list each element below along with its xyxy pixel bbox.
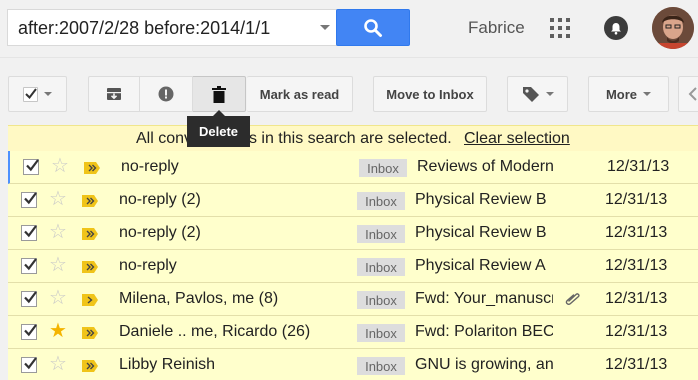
email-row[interactable]: ★ Daniele .. me, Ricardo (26) Inbox Fwd: Po…	[8, 316, 698, 349]
email-sender: no-reply (2)	[119, 191, 201, 208]
spam-icon	[158, 86, 174, 102]
importance-marker-icon[interactable]	[82, 326, 98, 339]
inbox-label-badge[interactable]: Inbox	[357, 357, 405, 375]
inbox-label-badge[interactable]: Inbox	[357, 291, 405, 309]
user-name[interactable]: Fabrice	[468, 18, 525, 38]
row-checkbox[interactable]	[21, 357, 37, 373]
email-subject: GNU is growing, and	[415, 356, 553, 373]
labels-button[interactable]	[507, 76, 568, 112]
inbox-label-badge[interactable]: Inbox	[357, 192, 405, 210]
email-list: ☆ no-reply Inbox Reviews of Modern Physics 1…	[8, 151, 698, 380]
email-date: 12/31/13	[607, 158, 670, 175]
row-checkbox[interactable]	[21, 291, 37, 307]
row-checkbox[interactable]	[21, 324, 37, 340]
email-row[interactable]: ☆ Milena, Pavlos, me (8) Inbox Fwd: Your_ma…	[8, 283, 698, 316]
email-row[interactable]: ☆ no-reply (2) Inbox Physical Review B 12/31…	[8, 184, 698, 217]
label-tag-icon	[522, 87, 539, 102]
more-button[interactable]: More	[588, 76, 669, 112]
search-options-chevron-icon[interactable]	[320, 25, 330, 30]
chevron-down-icon	[545, 92, 554, 96]
selection-banner: All conversations in this search are sel…	[8, 125, 698, 151]
select-all-button[interactable]	[8, 76, 67, 112]
email-row[interactable]: ☆ Libby Reinish Inbox GNU is growing, and 12…	[8, 349, 698, 380]
search-icon	[364, 18, 382, 37]
importance-marker-icon[interactable]	[82, 227, 98, 240]
notifications-bell-icon[interactable]	[604, 16, 628, 40]
importance-marker-icon[interactable]	[84, 161, 100, 174]
move-to-inbox-button[interactable]: Move to Inbox	[373, 76, 487, 112]
email-subject: Fwd: Polariton BEC	[415, 323, 553, 340]
star-icon[interactable]: ☆	[51, 156, 69, 176]
email-date: 12/31/13	[605, 191, 668, 208]
email-date: 12/31/13	[605, 356, 668, 373]
top-header: after:2007/2/28 before:2014/1/1 Fabrice	[0, 0, 698, 58]
search-button[interactable]	[336, 9, 410, 46]
report-spam-button[interactable]	[140, 76, 193, 112]
email-date: 12/31/13	[605, 224, 668, 241]
star-icon[interactable]: ☆	[49, 255, 67, 275]
email-sender: no-reply	[121, 158, 179, 175]
email-subject: Physical Review B	[415, 224, 547, 241]
delete-tooltip: Delete	[187, 110, 250, 147]
trash-icon	[212, 85, 226, 103]
importance-marker-icon[interactable]	[82, 260, 98, 273]
select-all-checkbox[interactable]	[23, 86, 38, 102]
archive-icon	[107, 88, 121, 100]
star-icon[interactable]: ☆	[49, 354, 67, 374]
search-query[interactable]: after:2007/2/28 before:2014/1/1	[18, 18, 270, 39]
chevron-down-icon	[643, 92, 652, 96]
email-date: 12/31/13	[605, 323, 668, 340]
inbox-label-badge[interactable]: Inbox	[357, 258, 405, 276]
email-sender: Libby Reinish	[119, 356, 216, 373]
row-checkbox[interactable]	[23, 159, 39, 175]
attachment-paperclip-icon	[564, 292, 582, 306]
email-sender: no-reply (2)	[119, 224, 201, 241]
mark-as-read-button[interactable]: Mark as read	[247, 76, 353, 112]
email-subject: Fwd: Your_manuscript	[415, 290, 553, 307]
row-checkbox[interactable]	[21, 225, 37, 241]
inbox-label-badge[interactable]: Inbox	[357, 225, 405, 243]
toolbar: Mark as read Move to Inbox More	[0, 59, 698, 125]
email-date: 12/31/13	[605, 257, 668, 274]
importance-marker-icon[interactable]	[82, 359, 98, 372]
inbox-label-badge[interactable]: Inbox	[359, 159, 407, 177]
row-checkbox[interactable]	[21, 258, 37, 274]
search-input[interactable]: after:2007/2/28 before:2014/1/1	[7, 9, 337, 46]
email-sender: Milena, Pavlos, me (8)	[119, 290, 279, 307]
star-icon[interactable]: ★	[49, 321, 67, 341]
row-checkbox[interactable]	[21, 192, 37, 208]
delete-button[interactable]	[193, 76, 246, 112]
email-sender: Daniele .. me, Ricardo (26)	[119, 323, 311, 340]
newer-button[interactable]	[678, 76, 698, 112]
star-icon[interactable]: ☆	[49, 222, 67, 242]
email-subject: Physical Review A	[415, 257, 546, 274]
email-date: 12/31/13	[605, 290, 668, 307]
email-subject: Reviews of Modern Physics	[417, 158, 555, 175]
star-icon[interactable]: ☆	[49, 288, 67, 308]
email-row[interactable]: ☆ no-reply Inbox Physical Review A 12/31/13	[8, 250, 698, 283]
importance-marker-icon[interactable]	[82, 194, 98, 207]
email-row[interactable]: ☆ no-reply (2) Inbox Physical Review B 12/31…	[8, 217, 698, 250]
inbox-label-badge[interactable]: Inbox	[357, 324, 405, 342]
email-row[interactable]: ☆ no-reply Inbox Reviews of Modern Physics 1…	[8, 151, 698, 184]
importance-marker-icon[interactable]	[82, 293, 98, 306]
email-subject: Physical Review B	[415, 191, 547, 208]
email-sender: no-reply	[119, 257, 177, 274]
chevron-down-icon	[44, 92, 52, 96]
apps-grid-icon[interactable]	[550, 18, 570, 38]
more-label: More	[605, 86, 638, 102]
selection-message: All conversations in this search are sel…	[136, 130, 452, 147]
avatar[interactable]	[652, 7, 694, 49]
archive-button[interactable]	[88, 76, 140, 112]
clear-selection-link[interactable]: Clear selection	[464, 130, 570, 148]
star-icon[interactable]: ☆	[49, 189, 67, 209]
chevron-left-icon	[688, 87, 697, 101]
